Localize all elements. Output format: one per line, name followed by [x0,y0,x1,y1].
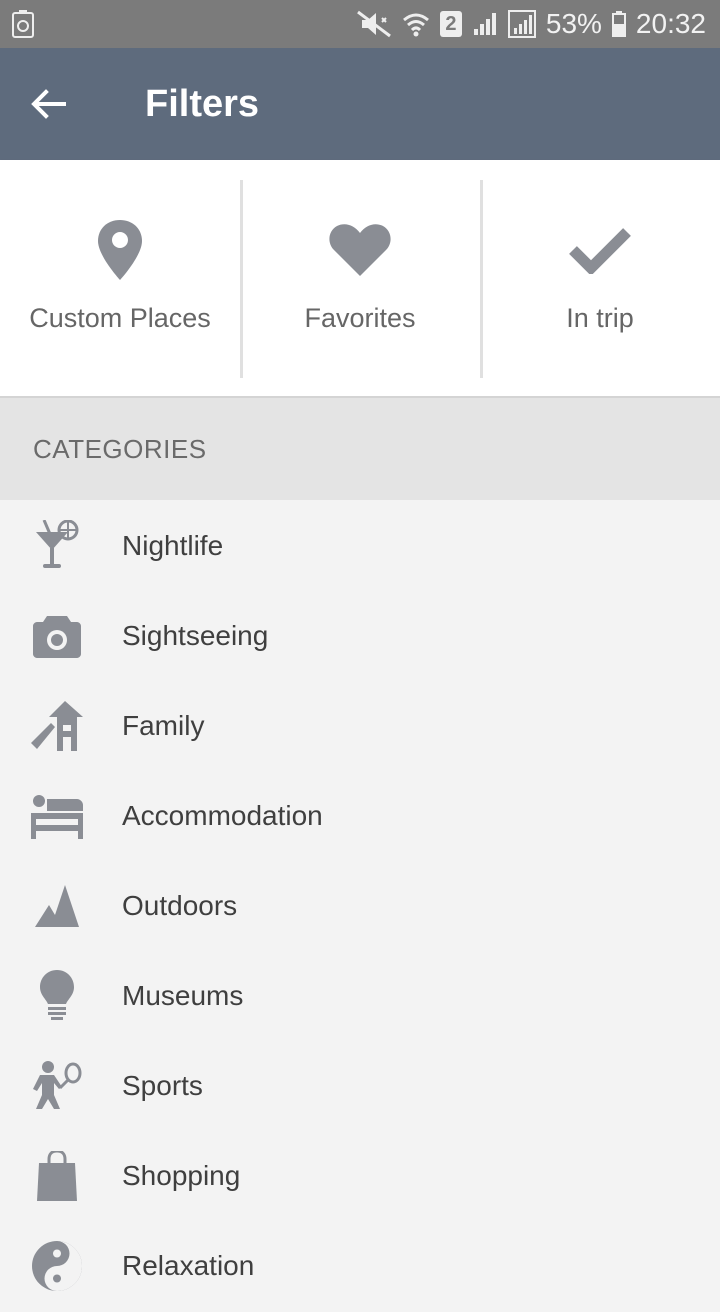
categories-list: Nightlife Sightseeing Family Accommodati… [0,500,720,1310]
category-label: Nightlife [122,530,224,561]
filter-label: Favorites [304,303,416,333]
filter-custom-places[interactable]: Custom Places [0,160,240,396]
category-shopping[interactable]: Shopping [0,1130,720,1220]
filter-label: In trip [566,303,634,333]
page-title: Filters [145,83,260,125]
category-label: Accommodation [122,800,323,831]
lightbulb-icon [30,969,84,1023]
camera-icon [30,609,84,663]
sim-badge-icon: 2 [439,11,462,37]
signal-box-icon [507,10,536,38]
category-label: Museums [122,980,244,1011]
filter-label: Custom Places [29,303,211,333]
arrow-left-icon [31,89,66,119]
filter-in-trip[interactable]: In trip [480,160,720,396]
shopping-bag-icon [30,1149,84,1203]
tennis-player-icon [30,1059,84,1113]
category-label: Shopping [122,1160,241,1191]
filter-tiles: Custom Places Favorites In trip [0,160,720,398]
mountain-icon [30,879,84,933]
checkmark-icon [480,218,720,282]
category-relaxation[interactable]: Relaxation [0,1220,720,1310]
category-label: Outdoors [122,890,238,921]
battery-icon [611,11,626,37]
section-title: CATEGORIES [33,434,207,464]
map-pin-icon [0,218,240,282]
status-bar: 2 53% 20:32 [0,0,720,48]
playground-slide-icon [30,699,84,753]
yin-yang-icon [30,1239,84,1293]
category-nightlife[interactable]: Nightlife [0,500,720,590]
back-button[interactable] [20,76,76,132]
wifi-icon [402,10,430,38]
app-bar: Filters [0,48,720,160]
clock: 20:32 [635,8,706,39]
signal-icon [472,11,498,37]
category-label: Family [122,710,205,741]
category-sightseeing[interactable]: Sightseeing [0,590,720,680]
cocktail-icon [30,519,84,573]
mute-icon [356,10,392,38]
recycle-notification-icon [12,10,34,43]
battery-percent: 53% [545,8,602,39]
category-museums[interactable]: Museums [0,950,720,1040]
category-label: Relaxation [122,1250,255,1281]
category-accommodation[interactable]: Accommodation [0,770,720,860]
category-outdoors[interactable]: Outdoors [0,860,720,950]
filter-favorites[interactable]: Favorites [240,160,480,396]
bed-icon [30,789,84,843]
category-family[interactable]: Family [0,680,720,770]
heart-icon [240,218,480,282]
category-sports[interactable]: Sports [0,1040,720,1130]
category-label: Sports [122,1070,203,1101]
category-label: Sightseeing [122,620,269,651]
categories-header: CATEGORIES [0,398,720,500]
